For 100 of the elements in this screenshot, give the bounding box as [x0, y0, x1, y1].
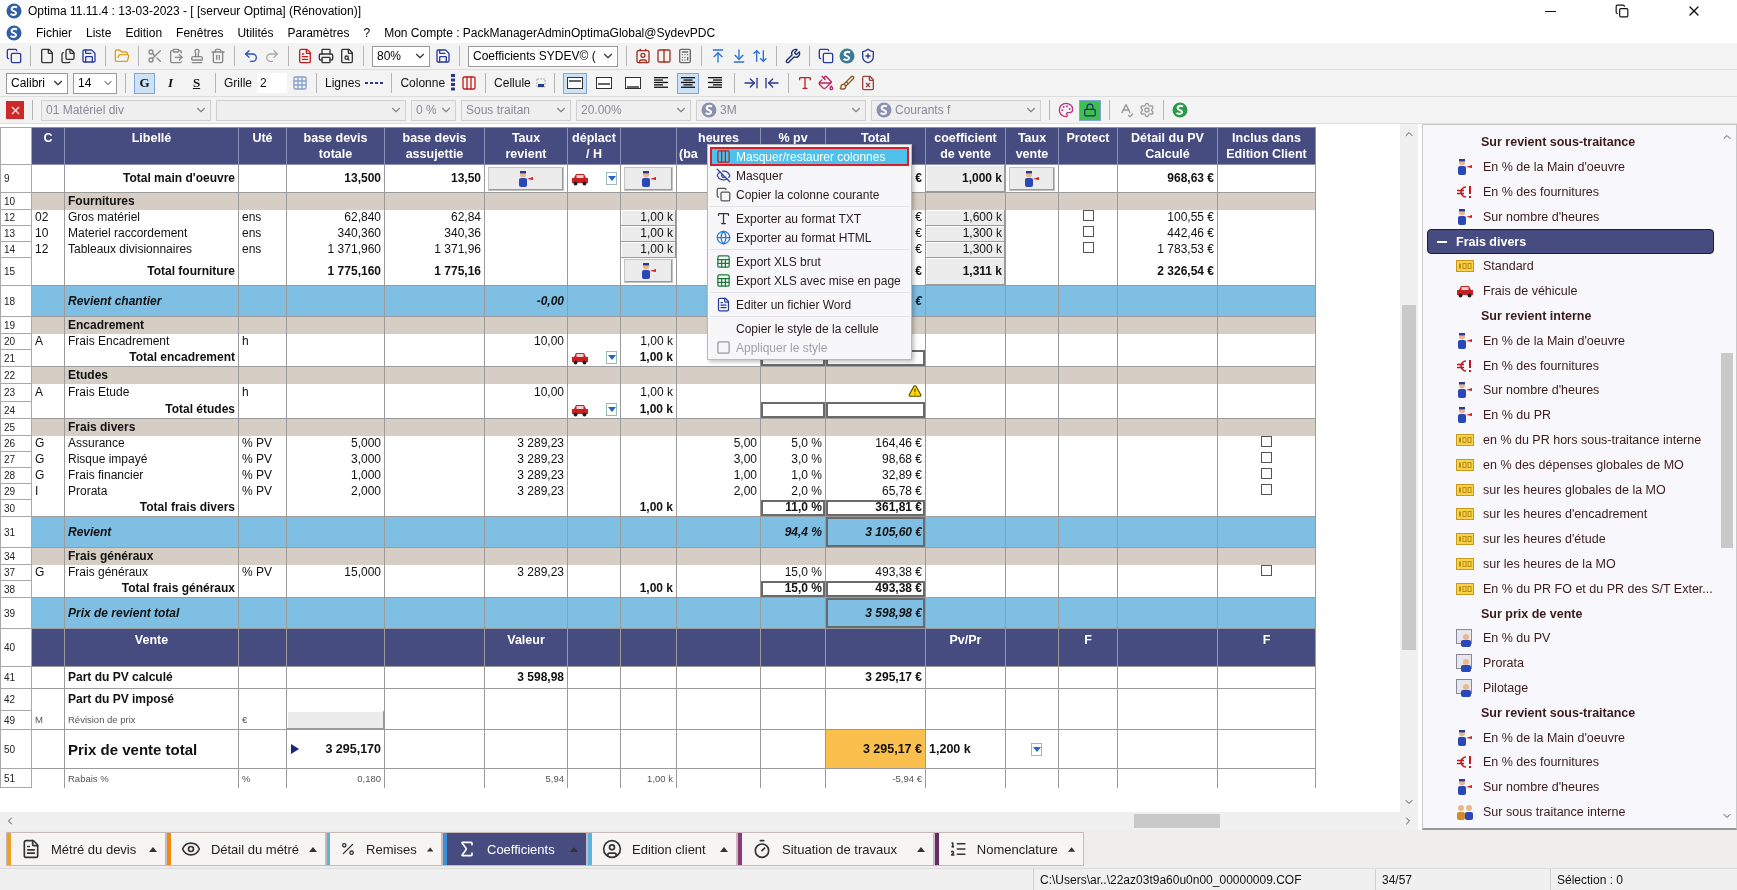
file-path: C:\Users\ar..\22az03t9a60u0n00_00000009.COF: [1033, 869, 1375, 890]
table-cell: A: [31, 383, 65, 402]
table-cell: Total frais généraux: [64, 580, 239, 598]
table-cell: Etudes: [64, 366, 239, 384]
table-cell: 10: [31, 225, 65, 242]
table-cell: G: [31, 467, 65, 484]
row-number: 50: [0, 729, 32, 769]
table-cell: 3 289,23: [484, 467, 568, 484]
table-cell: 1,200 k: [929, 741, 971, 757]
table-cell: 1 371,96: [384, 241, 485, 258]
table-cell: 1,311 k: [925, 257, 1006, 286]
column-label: Colonne: [400, 76, 446, 90]
row-number: 39: [0, 597, 32, 629]
table-cell: Total fourniture: [64, 257, 239, 286]
table-cell: 10,00: [484, 333, 568, 350]
table-cell: ens: [238, 225, 287, 242]
table-cell: 3 598,98 €: [825, 597, 926, 629]
table-cell: 100,55 €: [1117, 209, 1218, 226]
table-cell: % PV: [238, 467, 287, 484]
table-cell: %: [238, 768, 287, 788]
table-cell: 164,46 €: [825, 435, 926, 452]
table-cell: 11,0 %: [760, 499, 826, 517]
cell-label: Cellule: [494, 76, 531, 90]
table-cell: €: [238, 710, 287, 730]
table-cell: 15,0 %: [760, 564, 826, 581]
table-cell: -0,00: [484, 285, 568, 317]
group-heading: Sur prix de vente: [1480, 605, 1584, 623]
table-cell: Materiel raccordement: [64, 225, 239, 242]
table-cell: 361,81 €: [825, 499, 926, 517]
table-cell: h: [238, 383, 287, 402]
table-cell: 1 775,160: [286, 257, 385, 286]
table-cell: 1,00 k: [620, 768, 677, 788]
table-cell: Total frais divers: [64, 499, 239, 517]
group-heading: Sur revient interne: [1480, 307, 1593, 325]
table-cell: % PV: [238, 564, 287, 581]
table-cell: Prix de vente total: [64, 729, 239, 769]
table-cell: 3 295,17 €: [825, 729, 926, 769]
table-cell: 5,00: [676, 435, 761, 452]
table-cell: Gros matériel: [64, 209, 239, 226]
table-cell: 0,180: [286, 768, 385, 788]
table-cell: 02: [31, 209, 65, 226]
selection-count: Sélection : 0: [1550, 869, 1722, 890]
row-number: 40: [0, 628, 32, 667]
table-cell: Assurance: [64, 435, 239, 452]
table-cell: 62,840: [286, 209, 385, 226]
row-number: 42: [0, 688, 32, 711]
table-cell: 1,00 k: [620, 580, 677, 598]
table-cell: 3 105,60 €: [825, 516, 926, 548]
table-cell: ens: [238, 241, 287, 258]
row-number: 15: [0, 257, 32, 286]
table-cell: 2 326,54 €: [1117, 257, 1218, 286]
group-heading: Sur revient sous-traitance: [1480, 134, 1637, 152]
table-cell: Total études: [64, 401, 239, 419]
row-number: 41: [0, 666, 32, 689]
table-cell: 62,84: [384, 209, 485, 226]
table-cell: G: [31, 564, 65, 581]
table-cell: h: [238, 333, 287, 350]
record-position: 34/57: [1375, 869, 1550, 890]
table-cell: 3,000: [286, 451, 385, 468]
table-cell: Frais Encadrement: [64, 333, 239, 350]
table-cell: Frais divers: [64, 418, 239, 436]
table-cell: 5,0 %: [760, 435, 826, 452]
table-cell: 493,38 €: [825, 580, 926, 598]
table-cell: Frais Etude: [64, 383, 239, 402]
lines-label: Lignes: [325, 76, 361, 90]
table-cell: 1 783,53 €: [1117, 241, 1218, 258]
window-title: Optima 11.11.4 : 13-03-2023 - [ [serveur Optima] (Rénovation)]: [28, 4, 363, 18]
table-cell: Frais généraux: [64, 564, 239, 581]
table-cell: 968,63 €: [1117, 164, 1218, 193]
table-cell: % PV: [238, 451, 287, 468]
table-cell: Frais financier: [64, 467, 239, 484]
table-cell: G: [31, 451, 65, 468]
table-cell: Vente: [64, 628, 239, 667]
table-cell: 3 289,23: [484, 483, 568, 500]
table-cell: 1,00 k: [620, 349, 677, 367]
table-cell: 98,68 €: [825, 451, 926, 468]
table-cell: % PV: [238, 435, 287, 452]
table-cell: 2,000: [286, 483, 385, 500]
account-label: Mon Compte : PackManagerAdminOptimaGlobal@SydevPDC: [384, 25, 716, 40]
table-cell: Prix de revient total: [64, 597, 239, 629]
table-cell: 1,00: [676, 467, 761, 484]
table-cell: 493,38 €: [825, 564, 926, 581]
table-cell: G: [31, 435, 65, 452]
table-cell: 1,00 k: [620, 333, 677, 350]
table-cell: Pv/Pr: [925, 628, 1006, 667]
table-cell: Fournitures: [64, 192, 239, 210]
table-cell: F: [1058, 628, 1118, 667]
table-cell: Revient: [64, 516, 239, 548]
table-cell: 1,000: [286, 467, 385, 484]
table-cell: 3 295,170: [325, 741, 381, 757]
table-cell: ens: [238, 209, 287, 226]
table-cell: 3,0 %: [760, 451, 826, 468]
table-cell: -5,94 €: [825, 768, 926, 788]
table-cell: Total encadrement: [64, 349, 239, 367]
table-cell: Rabais %: [64, 768, 239, 788]
table-cell: Valeur: [484, 628, 568, 667]
table-cell: 3,00: [676, 451, 761, 468]
table-cell: 1,000 k: [925, 164, 1006, 193]
table-cell: Revient chantier: [64, 285, 239, 317]
table-cell: Prorata: [64, 483, 239, 500]
